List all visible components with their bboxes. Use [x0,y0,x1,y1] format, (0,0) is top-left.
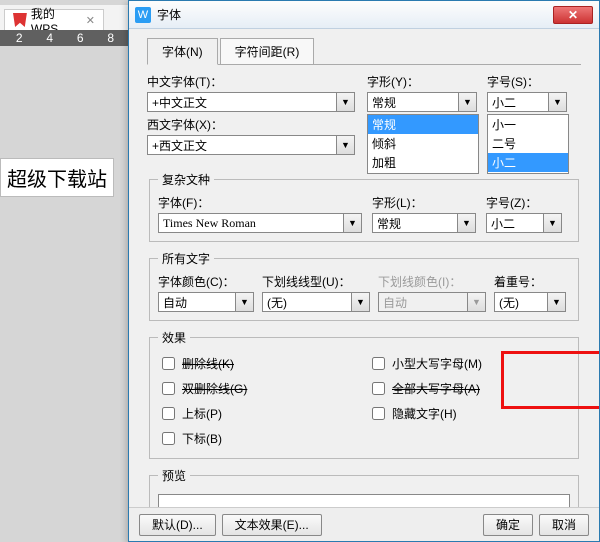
cancel-button[interactable]: 取消 [539,514,589,536]
emphasis-combo[interactable]: ▼ [494,292,566,312]
complex-size-combo[interactable]: ▼ [486,213,562,233]
chevron-down-icon[interactable]: ▼ [352,292,370,312]
latin-font-input[interactable] [147,135,337,155]
complex-font-input[interactable] [158,213,344,233]
complex-script-group: 复杂文种 字体(F)： ▼ 字形(L)： ▼ 字 [149,171,579,242]
emphasis-label: 着重号： [494,273,566,290]
cjk-style-combo[interactable]: ▼ [367,92,477,112]
cjk-font-label: 中文字体(T)： [147,73,357,90]
chevron-down-icon: ▼ [468,292,486,312]
superscript-checkbox[interactable]: 上标(P) [158,404,358,423]
ruler: 2468 [0,30,130,46]
subscript-checkbox[interactable]: 下标(B) [158,429,358,448]
latin-font-label: 西文字体(X)： [147,118,223,132]
list-item[interactable]: 小一 [488,115,568,134]
all-text-legend: 所有文字 [158,250,214,267]
all-text-group: 所有文字 字体颜色(C)： ▼ 下划线线型(U)： ▼ [149,250,579,321]
chevron-down-icon[interactable]: ▼ [548,292,566,312]
tab-close-icon[interactable]: ✕ [86,14,95,27]
chevron-down-icon[interactable]: ▼ [344,213,362,233]
underline-style-combo[interactable]: ▼ [262,292,370,312]
document-tab[interactable]: 我的WPS ✕ [4,9,104,31]
list-item[interactable]: 常规 [368,115,478,134]
font-color-combo[interactable]: ▼ [158,292,254,312]
chevron-down-icon[interactable]: ▼ [236,292,254,312]
complex-style-label: 字形(L)： [372,194,476,211]
hidden-text-checkbox[interactable]: 隐藏文字(H) [368,404,568,423]
list-item[interactable]: 二号 [488,134,568,153]
text-effect-button[interactable]: 文本效果(E)... [222,514,322,536]
preview-group: 预览 WPS 让办公更轻松 尚未安装此字体，打印时将采用最相近的有效字体。 [149,467,579,509]
cjk-size-input[interactable] [487,92,549,112]
underline-style-label: 下划线线型(U)： [262,273,370,290]
emphasis-input[interactable] [494,292,548,312]
complex-font-combo[interactable]: ▼ [158,213,362,233]
strike-checkbox[interactable]: 删除线(K) [158,354,358,373]
default-button[interactable]: 默认(D)... [139,514,216,536]
font-color-label: 字体颜色(C)： [158,273,254,290]
list-item[interactable]: 倾斜 [368,134,478,153]
dialog-title: 字体 [157,6,181,23]
complex-style-combo[interactable]: ▼ [372,213,476,233]
chevron-down-icon[interactable]: ▼ [458,213,476,233]
allcaps-checkbox[interactable]: 全部大写字母(A) [368,379,568,398]
double-strike-checkbox[interactable]: 双删除线(G) [158,379,358,398]
chevron-down-icon[interactable]: ▼ [337,92,355,112]
tab-spacing[interactable]: 字符间距(R) [220,38,315,65]
chevron-down-icon[interactable]: ▼ [337,135,355,155]
list-item[interactable]: 小二 [488,153,568,172]
complex-legend: 复杂文种 [158,171,214,188]
effects-group: 效果 删除线(K) 双删除线(G) 上标(P) 下标(B) 小型大写字母(M) … [149,329,579,459]
cjk-size-list[interactable]: 小一 二号 小二 [487,114,569,174]
effects-legend: 效果 [158,329,190,346]
document-canvas: 超级下载站 [0,50,130,542]
font-color-input[interactable] [158,292,236,312]
complex-font-label: 字体(F)： [158,194,362,211]
underline-color-combo: ▼ [378,292,486,312]
list-item[interactable]: 加粗 [368,153,478,172]
dialog-titlebar[interactable]: W 字体 ✕ [129,1,599,29]
chevron-down-icon[interactable]: ▼ [549,92,567,112]
chevron-down-icon[interactable]: ▼ [544,213,562,233]
cjk-style-input[interactable] [367,92,459,112]
chevron-down-icon[interactable]: ▼ [459,92,477,112]
cjk-style-label: 字形(Y)： [367,73,477,90]
latin-font-combo[interactable]: ▼ [147,135,357,155]
underline-style-input[interactable] [262,292,352,312]
app-icon: W [135,7,151,23]
underline-color-input [378,292,468,312]
smallcaps-checkbox[interactable]: 小型大写字母(M) [368,354,568,373]
cjk-size-label: 字号(S)： [487,73,567,90]
preview-legend: 预览 [158,467,190,484]
complex-size-input[interactable] [486,213,544,233]
ok-button[interactable]: 确定 [483,514,533,536]
cjk-style-list[interactable]: 常规 倾斜 加粗 [367,114,479,174]
wps-logo-icon [13,13,27,27]
dialog-tabs: 字体(N) 字符间距(R) [147,37,581,65]
complex-size-label: 字号(Z)： [486,194,562,211]
cjk-font-input[interactable] [147,92,337,112]
tab-font[interactable]: 字体(N) [147,38,218,65]
window-close-button[interactable]: ✕ [553,6,593,24]
underline-color-label: 下划线颜色(I)： [378,273,486,290]
complex-style-input[interactable] [372,213,458,233]
font-dialog: W 字体 ✕ 字体(N) 字符间距(R) 中文字体(T)： ▼ 字形(Y)： ▼ [128,0,600,542]
cjk-size-combo[interactable]: ▼ [487,92,567,112]
document-text: 超级下载站 [0,158,114,197]
cjk-font-combo[interactable]: ▼ [147,92,357,112]
dialog-footer: 默认(D)... 文本效果(E)... 确定 取消 [129,507,599,541]
